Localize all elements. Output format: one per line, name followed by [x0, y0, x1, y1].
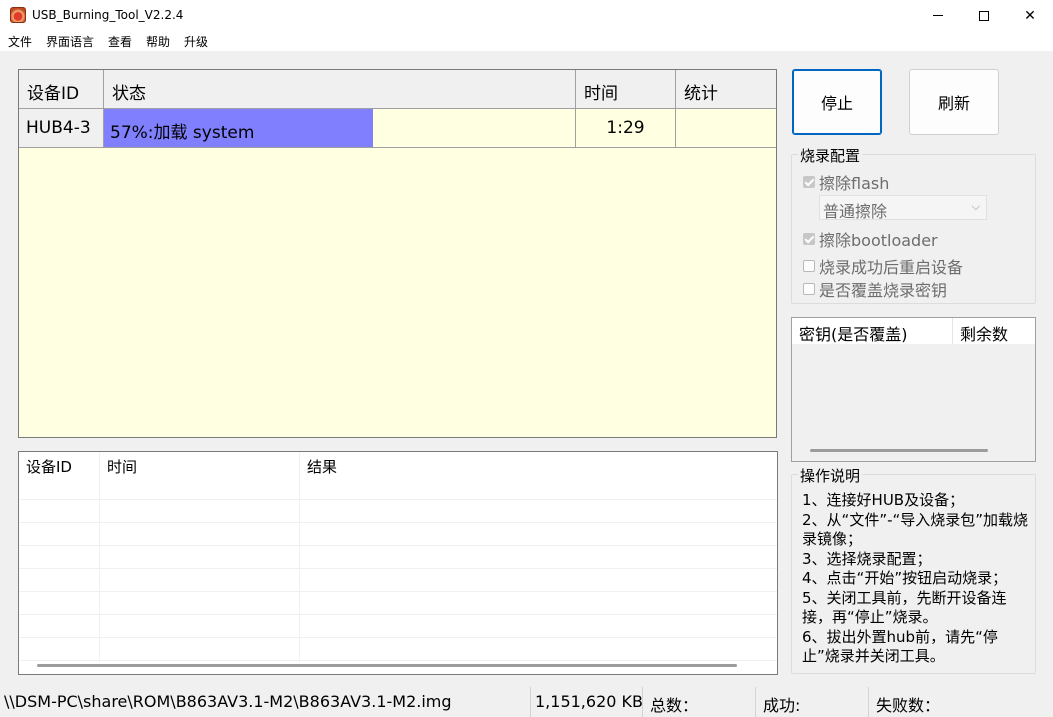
burn-config-group: 烧录配置 擦除flash 普通擦除 ⌵ 擦除bootloader 烧录成功后重启…	[791, 145, 1036, 304]
instruction-line: 1、连接好HUB及设备；	[802, 491, 965, 509]
maximize-icon	[979, 10, 989, 21]
reboot-after-checkbox[interactable]: 烧录成功后重启设备	[803, 254, 963, 278]
menu-view[interactable]: 查看	[108, 33, 132, 50]
menu-help[interactable]: 帮助	[146, 33, 170, 50]
log-header-device-id[interactable]: 设备ID	[19, 452, 100, 477]
checkbox-unchecked-icon	[803, 260, 815, 272]
status-bar: \\DSM-PC\share\ROM\B863AV3.1-M2\B863AV3.…	[0, 687, 1053, 717]
erase-mode-select[interactable]: 普通擦除 ⌵	[819, 195, 987, 221]
log-row	[19, 477, 777, 500]
chevron-down-icon: ⌵	[971, 200, 980, 213]
key-header-name[interactable]: 密钥(是否覆盖)	[792, 318, 953, 344]
checkbox-unchecked-icon	[803, 283, 815, 295]
minimize-button[interactable]	[915, 0, 961, 31]
overwrite-key-label: 是否覆盖烧录密钥	[819, 281, 948, 300]
close-button[interactable]: ✕	[1007, 0, 1053, 31]
device-stat-cell	[676, 109, 776, 148]
checkbox-checked-icon	[803, 176, 815, 188]
erase-bootloader-label: 擦除bootloader	[819, 231, 938, 250]
instruction-line: 3、选择烧录配置；	[802, 549, 932, 568]
log-row	[19, 500, 777, 523]
key-list[interactable]: 密钥(是否覆盖) 剩余数	[791, 317, 1036, 462]
instructions-text: 1、连接好HUB及设备； 2、从“文件”-“导入烧录包”加载烧录镜像； 3、选择…	[802, 491, 1034, 667]
window-title: USB_Burning_Tool_V2.2.4	[32, 8, 184, 22]
reboot-after-label: 烧录成功后重启设备	[819, 258, 964, 277]
header-time[interactable]: 时间	[576, 70, 676, 109]
erase-mode-value: 普通擦除	[823, 202, 888, 221]
header-device-id[interactable]: 设备ID	[19, 70, 104, 109]
refresh-button[interactable]: 刷新	[909, 69, 999, 135]
log-horizontal-scrollbar[interactable]	[37, 664, 737, 667]
header-status[interactable]: 状态	[104, 70, 576, 109]
instruction-line: 4、点击“开始”按钮启动烧录；	[802, 569, 1008, 587]
overwrite-key-checkbox[interactable]: 是否覆盖烧录密钥	[803, 277, 947, 301]
burn-config-title: 烧录配置	[798, 145, 863, 166]
key-horizontal-scrollbar[interactable]	[810, 449, 988, 452]
status-failed: 失败数：	[876, 696, 941, 715]
device-status-cell[interactable]: 57%:加载 system	[104, 109, 576, 148]
erase-flash-checkbox[interactable]: 擦除flash	[803, 170, 889, 194]
log-header-time[interactable]: 时间	[100, 452, 300, 477]
log-row	[19, 569, 777, 592]
status-image-path: \\DSM-PC\share\ROM\B863AV3.1-M2\B863AV3.…	[0, 687, 531, 717]
log-row	[19, 523, 777, 546]
log-row	[19, 638, 777, 661]
maximize-button[interactable]	[961, 0, 1007, 31]
log-row	[19, 592, 777, 615]
menu-file[interactable]: 文件	[8, 33, 32, 50]
menu-language[interactable]: 界面语言	[46, 33, 94, 50]
stop-button[interactable]: 停止	[792, 69, 882, 135]
erase-bootloader-checkbox[interactable]: 擦除bootloader	[803, 227, 938, 251]
instructions-title: 操作说明	[798, 465, 863, 486]
minimize-icon	[933, 15, 943, 16]
status-success: 成功:	[756, 687, 869, 717]
device-table: 设备ID 状态 时间 统计 HUB4-3 57%:加载 system 1:29	[18, 69, 777, 438]
log-row	[19, 615, 777, 638]
checkbox-checked-icon	[803, 233, 815, 245]
device-time-cell: 1:29	[576, 109, 676, 148]
instruction-line: 6、拔出外置hub前，请先“停止”烧录并关闭工具。	[802, 627, 998, 666]
title-bar: USB_Burning_Tool_V2.2.4 ✕	[0, 0, 1053, 31]
progress-label: 57%:加载 system	[110, 123, 255, 143]
device-id-cell[interactable]: HUB4-3	[19, 109, 104, 148]
app-icon	[10, 7, 26, 23]
instruction-line: 5、关闭工具前，先断开设备连接，再“停止”烧录。	[802, 588, 1007, 627]
log-table[interactable]: 设备ID 时间 结果	[18, 451, 778, 675]
key-header-remaining[interactable]: 剩余数	[953, 318, 1035, 344]
instructions-group: 操作说明 1、连接好HUB及设备； 2、从“文件”-“导入烧录包”加载烧录镜像；…	[791, 465, 1036, 674]
log-header-result[interactable]: 结果	[300, 452, 777, 477]
status-total: 总数：	[643, 687, 756, 717]
menu-upgrade[interactable]: 升级	[184, 33, 208, 50]
header-stat[interactable]: 统计	[676, 70, 776, 109]
close-icon: ✕	[1024, 7, 1036, 24]
status-image-size: 1,151,620 KB	[531, 687, 643, 717]
erase-flash-label: 擦除flash	[819, 174, 890, 193]
instruction-line: 2、从“文件”-“导入烧录包”加载烧录镜像；	[802, 510, 1029, 549]
log-row	[19, 546, 777, 569]
menu-bar: 文件 界面语言 查看 帮助 升级	[0, 31, 1053, 51]
